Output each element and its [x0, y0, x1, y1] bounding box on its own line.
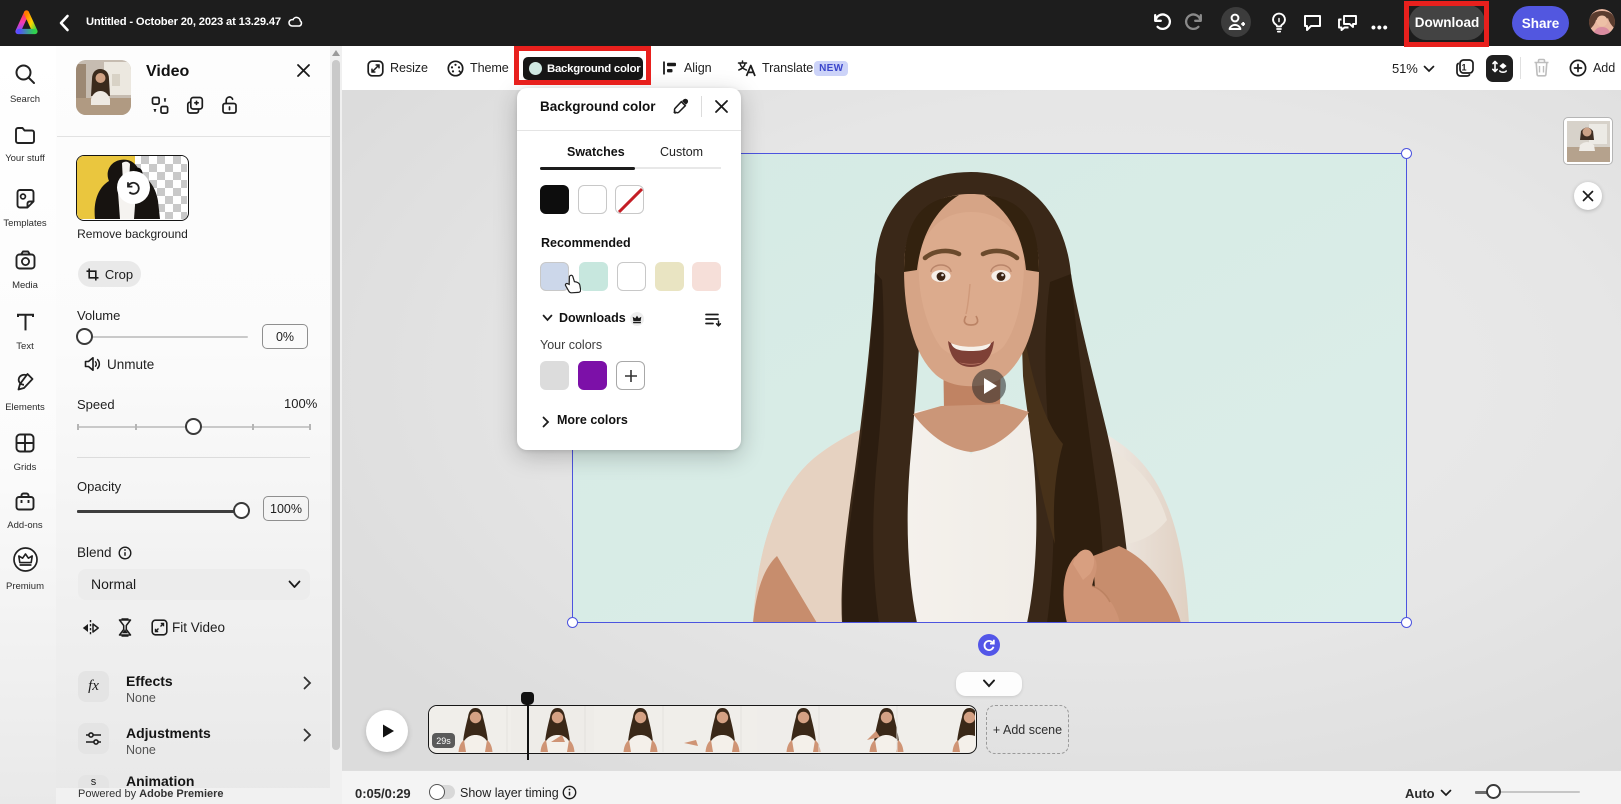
svg-text:1: 1	[1461, 62, 1466, 72]
